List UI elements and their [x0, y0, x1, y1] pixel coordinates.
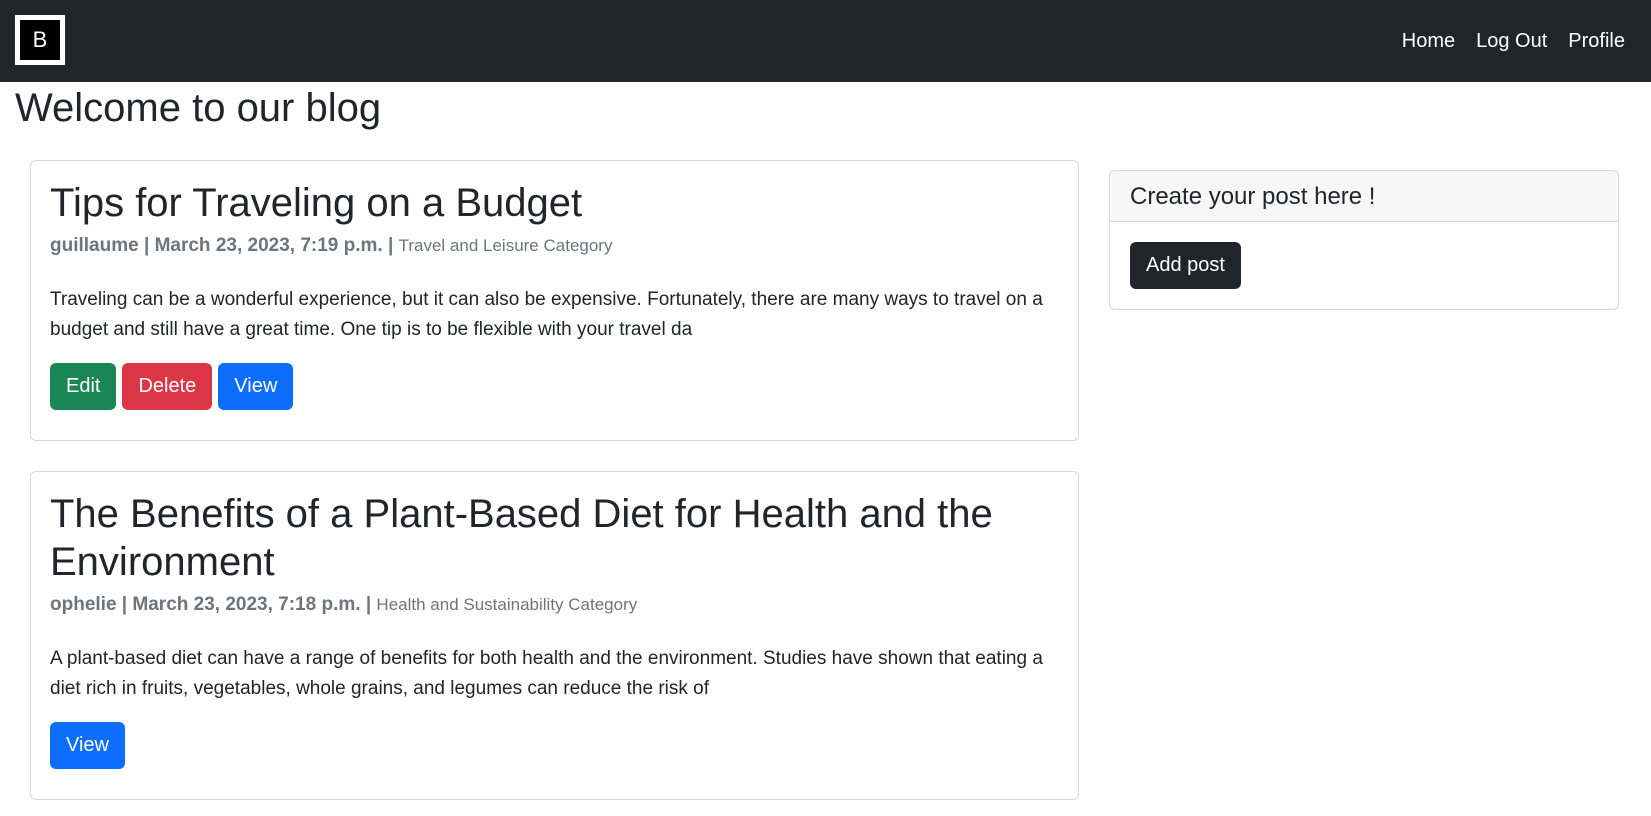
- post-card: The Benefits of a Plant-Based Diet for H…: [30, 471, 1079, 800]
- post-meta: guillaume | March 23, 2023, 7:19 p.m. | …: [50, 233, 1059, 259]
- post-excerpt: Traveling can be a wonderful experience,…: [50, 289, 1043, 340]
- post-card: Tips for Traveling on a Budget guillaume…: [30, 160, 1079, 441]
- view-button[interactable]: View: [50, 722, 125, 769]
- post-category: Travel and Leisure Category: [398, 236, 613, 255]
- add-post-button[interactable]: Add post: [1130, 242, 1241, 289]
- post-author: ophelie: [50, 594, 117, 615]
- meta-separator: |: [143, 235, 150, 256]
- nav-link-profile[interactable]: Profile: [1568, 30, 1625, 53]
- edit-button[interactable]: Edit: [50, 363, 117, 410]
- page-title: Welcome to our blog: [15, 86, 382, 130]
- post-author: guillaume: [50, 235, 139, 256]
- navbar: B Home Log Out Profile: [0, 0, 1651, 82]
- post-actions: Edit Delete View: [50, 363, 1059, 410]
- delete-button[interactable]: Delete: [122, 363, 213, 410]
- meta-separator: |: [121, 594, 128, 615]
- post-actions: View: [50, 722, 1059, 769]
- post-date: March 23, 2023, 7:19 p.m.: [154, 235, 383, 256]
- brand-logo[interactable]: B: [15, 15, 65, 65]
- post-category: Health and Sustainability Category: [376, 595, 638, 614]
- post-date: March 23, 2023, 7:18 p.m.: [132, 594, 361, 615]
- post-title: The Benefits of a Plant-Based Diet for H…: [50, 492, 993, 584]
- brand-letter: B: [20, 20, 60, 60]
- create-post-header: Create your post here !: [1110, 171, 1618, 222]
- nav-link-logout[interactable]: Log Out: [1476, 30, 1547, 53]
- post-excerpt: A plant-based diet can have a range of b…: [50, 648, 1043, 699]
- post-title: Tips for Traveling on a Budget: [50, 181, 583, 225]
- create-post-card: Create your post here ! Add post: [1109, 170, 1619, 310]
- meta-separator: |: [387, 235, 394, 256]
- nav-link-home[interactable]: Home: [1402, 30, 1455, 53]
- post-meta: ophelie | March 23, 2023, 7:18 p.m. | He…: [50, 592, 1059, 618]
- meta-separator: |: [365, 594, 372, 615]
- view-button[interactable]: View: [218, 363, 294, 410]
- nav-links: Home Log Out Profile: [1402, 0, 1625, 82]
